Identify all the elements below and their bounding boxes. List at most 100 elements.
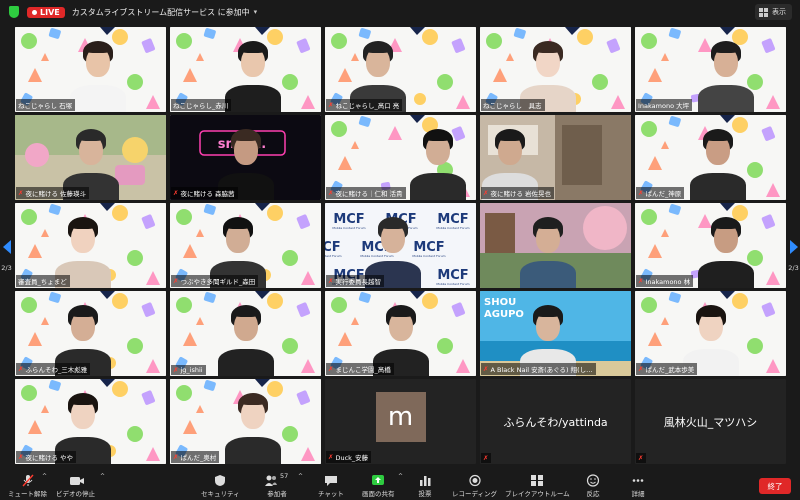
caret-up-icon[interactable]: ^	[298, 473, 303, 480]
more-dots-icon	[631, 472, 645, 485]
participant-name: Duck_安藤	[335, 454, 369, 462]
participant-tile[interactable]: ねこじゃらし 石塚	[15, 27, 166, 112]
participant-name: 夜に賭ける やや	[25, 454, 74, 462]
chat-bubble-icon	[324, 472, 338, 486]
participant-tile[interactable]: ✗ ぱんだ_奥村	[170, 379, 321, 464]
participant-name: つぶやき多聞ギルド_森田	[180, 278, 256, 286]
record-icon	[468, 472, 482, 487]
participant-name: jg_ishii	[180, 366, 203, 374]
participants-button[interactable]: 57 参加者	[264, 472, 290, 498]
participant-tile[interactable]: Inakamono 大坪	[635, 27, 786, 112]
microphone-muted-icon	[21, 472, 35, 487]
participant-tile[interactable]: SHOU AGUPO ✗ A Black Nail 安斎(あぐる) 翔(し…	[480, 291, 631, 376]
caret-up-icon[interactable]: ^	[100, 473, 105, 480]
participant-name: 夜に賭ける 森脇茜	[180, 190, 235, 198]
participant-tile[interactable]: ✗ 夜に賭ける やや	[15, 379, 166, 464]
stop-video-button[interactable]: ビデオの停止	[56, 472, 95, 498]
arrow-right-icon	[789, 240, 798, 254]
participant-display-name: ふらんそわ/yattinda	[503, 415, 608, 429]
chat-button[interactable]: チャット	[318, 472, 344, 498]
participant-name-tag: ✗	[481, 453, 492, 463]
participant-name-tag: ✗ ぱんだ_武本歩美	[636, 363, 698, 375]
chat-label: チャット	[318, 490, 344, 498]
participant-tile[interactable]: ねこじゃらし 具志	[480, 27, 631, 112]
stop-video-label: ビデオの停止	[56, 490, 95, 498]
participant-name: 夜に賭ける 岩佐晃也	[490, 190, 552, 198]
reactions-button[interactable]: 反応	[586, 472, 600, 498]
poll-label: 投票	[418, 490, 432, 498]
live-badge[interactable]: LIVE	[27, 6, 65, 18]
participant-tile[interactable]: ✗ まじんこ学園_髙橋	[325, 291, 476, 376]
participant-name-tag: ✗ 夜に賭ける｜仁和 活貴	[326, 187, 406, 199]
chevron-down-icon[interactable]: ▾	[254, 8, 258, 16]
record-label: レコーディング	[452, 490, 498, 498]
mic-muted-icon: ✗	[18, 189, 24, 197]
mic-muted-icon: ✗	[328, 277, 334, 285]
mic-muted-icon: ✗	[173, 366, 179, 374]
participant-tile[interactable]	[480, 203, 631, 288]
participant-name-tag: ✗ ぱんだ_奥村	[171, 451, 220, 463]
top-bar: LIVE カスタムライブストリーム配信サービス に参加中 ▾ 表示	[0, 0, 800, 24]
caret-up-icon[interactable]: ^	[398, 473, 403, 480]
prev-page-button[interactable]: 2/3	[0, 226, 13, 280]
participant-tile[interactable]: ✗ 夜に賭ける｜仁和 活貴	[325, 115, 476, 200]
participant-name-tag: ねこじゃらし_赤川	[171, 99, 232, 111]
security-button[interactable]: セキュリティ	[201, 472, 240, 498]
more-button[interactable]: 詳細	[631, 472, 645, 498]
participant-name-tag: ✗ Inakamono 林	[636, 275, 694, 287]
participant-tile[interactable]: m ✗ Duck_安藤	[325, 379, 476, 464]
participant-tile[interactable]: 風林火山_マツハシ ✗	[635, 379, 786, 464]
participant-tile[interactable]: ✗ 夜に賭ける 岩佐晃也	[480, 115, 631, 200]
poll-button[interactable]: 投票	[418, 472, 432, 498]
participant-tile[interactable]: MCFMobile Content ForumMCFMobile Content…	[325, 203, 476, 288]
participant-tile[interactable]: ✗ ぱんだ_神原	[635, 115, 786, 200]
participant-tile[interactable]: ✗ ねこじゃらし_髙口 亮	[325, 27, 476, 112]
participant-name-tag: ねこじゃらし 石塚	[16, 99, 76, 111]
meeting-toolbar: ミュート解除 ^ ビデオの停止 ^ セキュリティ 57 参加者 ^ チャット 画…	[0, 470, 800, 500]
live-label: LIVE	[40, 7, 60, 17]
mic-muted-icon: ✗	[483, 189, 489, 197]
participant-name: Inakamono 林	[645, 278, 691, 286]
participant-tile[interactable]: ねこじゃらし_赤川	[170, 27, 321, 112]
participant-name-tag: ✗ 夜に賭ける やや	[16, 451, 77, 463]
participant-tile[interactable]: ✗ Inakamono 林	[635, 203, 786, 288]
mic-muted-icon: ✗	[638, 454, 644, 462]
participants-count: 57	[280, 472, 289, 480]
mic-muted-icon: ✗	[483, 454, 489, 462]
mic-muted-icon: ✗	[483, 365, 489, 373]
mic-muted-icon: ✗	[328, 189, 334, 197]
end-meeting-button[interactable]: 終了	[759, 478, 791, 494]
participant-tile[interactable]: 審査員_ちょまど	[15, 203, 166, 288]
participant-tile[interactable]: ✗ 夜に賭ける 佐藤瑛斗	[15, 115, 166, 200]
participant-tile[interactable]: ふらんそわ/yattinda ✗	[480, 379, 631, 464]
video-camera-icon	[69, 472, 84, 485]
participant-tile[interactable]: sm@h. ✗夜に賭ける 森脇茜	[170, 115, 321, 200]
participant-tile[interactable]: ✗ ぱんだ_武本歩美	[635, 291, 786, 376]
grid-icon	[759, 7, 768, 17]
participant-tile[interactable]: ✗ jg_ishii	[170, 291, 321, 376]
next-page-button[interactable]: 2/3	[787, 226, 800, 280]
participant-name: ぱんだ_奥村	[180, 454, 217, 462]
unmute-label: ミュート解除	[8, 490, 47, 498]
participant-name-tag: ✗ 夜に賭ける 佐藤瑛斗	[16, 187, 90, 199]
participant-name-tag: ✗	[636, 453, 647, 463]
meeting-title[interactable]: カスタムライブストリーム配信サービス に参加中	[72, 7, 250, 18]
live-dot-icon	[32, 9, 37, 15]
more-label: 詳細	[631, 490, 645, 498]
record-button[interactable]: レコーディング	[452, 472, 497, 498]
participant-name: ねこじゃらし 具志	[483, 102, 542, 110]
participant-name: 夜に賭ける｜仁和 活貴	[335, 190, 403, 198]
avatar: m	[375, 391, 426, 442]
participant-tile[interactable]: ✗ つぶやき多聞ギルド_森田	[170, 203, 321, 288]
caret-up-icon[interactable]: ^	[42, 473, 47, 480]
participant-name-tag: ✗ 夜に賭ける 岩佐晃也	[481, 187, 555, 199]
share-screen-icon	[371, 472, 385, 485]
participant-name-tag: Inakamono 大坪	[636, 99, 693, 111]
mic-muted-icon: ✗	[18, 365, 24, 373]
participant-tile[interactable]: ✗ ふらんそわ_三木彪雅	[15, 291, 166, 376]
breakout-rooms-button[interactable]: ブレイクアウトルーム	[505, 472, 570, 498]
view-button[interactable]: 表示	[755, 4, 792, 20]
share-screen-button[interactable]: 画面の共有	[362, 472, 395, 498]
participant-name-tag: ✗ ふらんそわ_三木彪雅	[16, 363, 91, 375]
shield-icon[interactable]	[9, 6, 19, 18]
